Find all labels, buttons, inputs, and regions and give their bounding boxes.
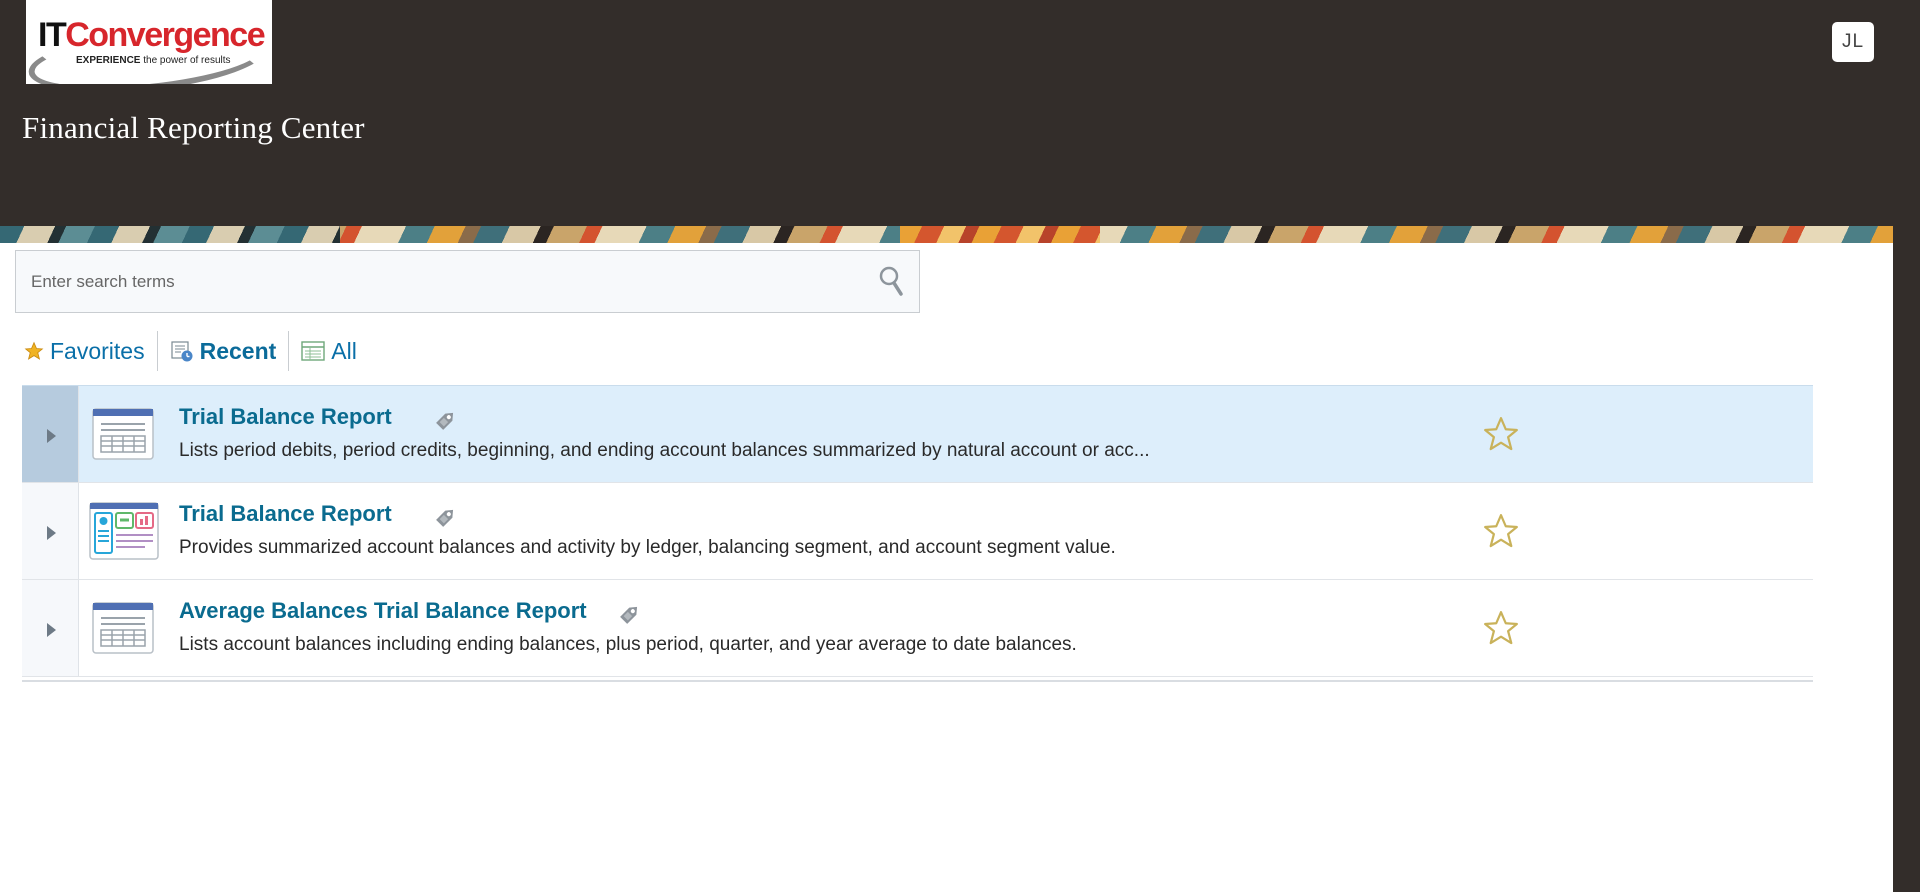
favorite-star-icon[interactable] bbox=[1482, 415, 1520, 453]
list-footer-divider bbox=[22, 676, 1813, 682]
report-title-link[interactable]: Average Balances Trial Balance Report bbox=[179, 598, 587, 624]
list-icon bbox=[301, 340, 325, 362]
expand-arrow-icon bbox=[47, 429, 56, 443]
tab-label: All bbox=[331, 337, 357, 364]
user-avatar[interactable]: JL bbox=[1832, 22, 1874, 62]
report-row[interactable]: Average Balances Trial Balance Report Li… bbox=[22, 579, 1813, 676]
expand-toggle[interactable] bbox=[22, 386, 79, 482]
search-button[interactable] bbox=[876, 264, 908, 300]
recent-icon bbox=[170, 339, 194, 363]
report-title-link[interactable]: Trial Balance Report bbox=[179, 501, 392, 527]
decorative-banner bbox=[0, 226, 1893, 243]
tab-recent[interactable]: Recent bbox=[170, 330, 277, 372]
report-table-icon bbox=[92, 602, 154, 654]
expand-arrow-icon bbox=[47, 623, 56, 637]
star-icon bbox=[24, 341, 44, 361]
header: ITConvergence EXPERIENCE the power of re… bbox=[0, 0, 1920, 226]
logo-tagline: EXPERIENCE the power of results bbox=[76, 55, 231, 66]
page-title: Financial Reporting Center bbox=[22, 110, 365, 145]
tab-all[interactable]: All bbox=[301, 330, 357, 372]
expand-toggle[interactable] bbox=[22, 580, 79, 676]
logo-wordmark: ITConvergence bbox=[38, 16, 266, 54]
tag-icon[interactable] bbox=[432, 503, 460, 531]
report-row[interactable]: Trial Balance Report Lists period debits… bbox=[22, 385, 1813, 482]
report-table-icon bbox=[92, 408, 154, 460]
tab-label: Recent bbox=[199, 337, 277, 364]
tab-divider bbox=[156, 331, 158, 371]
search-input[interactable] bbox=[19, 258, 867, 305]
report-title-link[interactable]: Trial Balance Report bbox=[179, 404, 392, 430]
search-icon bbox=[879, 266, 903, 296]
expand-arrow-icon bbox=[47, 526, 56, 540]
tab-favorites[interactable]: Favorites bbox=[24, 330, 145, 372]
company-logo[interactable]: ITConvergence EXPERIENCE the power of re… bbox=[26, 0, 272, 84]
favorite-star-icon[interactable] bbox=[1482, 512, 1520, 550]
report-dashboard-icon bbox=[89, 502, 159, 560]
tab-label: Favorites bbox=[50, 337, 145, 364]
search-box bbox=[15, 250, 920, 313]
report-description: Provides summarized account balances and… bbox=[179, 537, 1116, 558]
view-tabs: Favorites Recent All bbox=[24, 330, 357, 372]
tag-icon[interactable] bbox=[616, 600, 644, 628]
report-description: Lists account balances including ending … bbox=[179, 634, 1077, 655]
right-edge-bar bbox=[1893, 226, 1920, 892]
report-description: Lists period debits, period credits, beg… bbox=[179, 440, 1150, 461]
report-row[interactable]: Trial Balance Report Provides summarized… bbox=[22, 482, 1813, 579]
favorite-star-icon[interactable] bbox=[1482, 609, 1520, 647]
report-list: Trial Balance Report Lists period debits… bbox=[22, 385, 1813, 682]
tab-divider bbox=[288, 331, 290, 371]
tag-icon[interactable] bbox=[432, 406, 460, 434]
expand-toggle[interactable] bbox=[22, 483, 79, 579]
